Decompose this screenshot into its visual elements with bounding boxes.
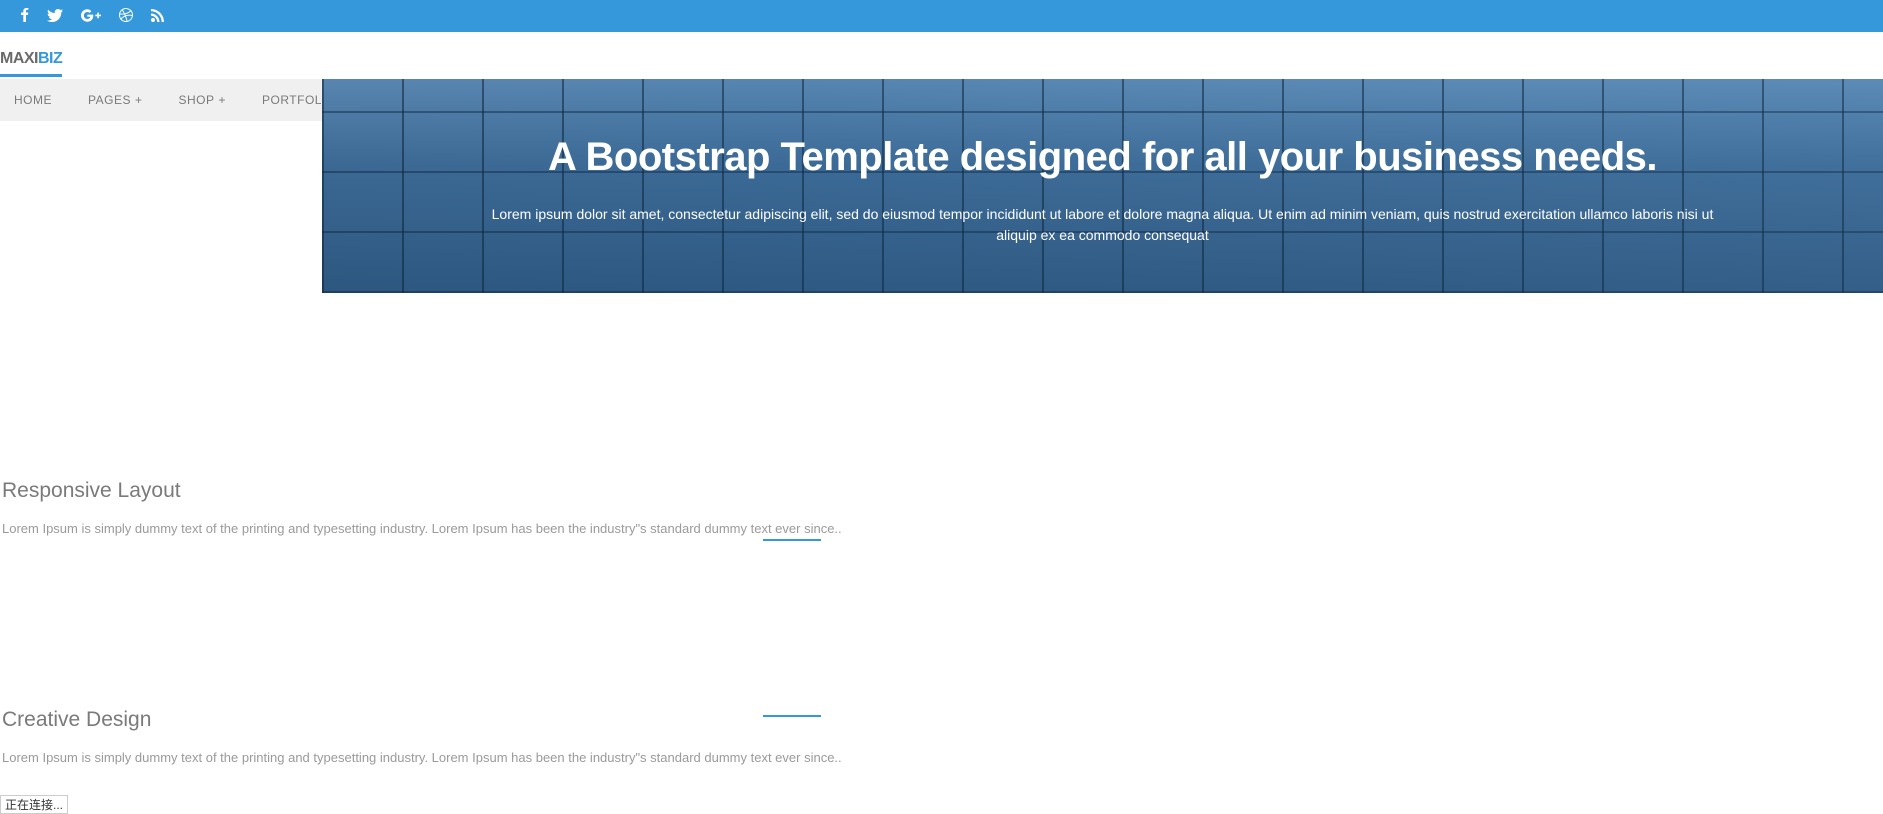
accent-line xyxy=(763,715,821,717)
topbar xyxy=(0,0,1883,32)
feature-title: Responsive Layout xyxy=(2,479,1883,503)
google-plus-icon[interactable] xyxy=(81,9,101,24)
logo-text-1: MAXI xyxy=(0,50,38,67)
hero-title: A Bootstrap Template designed for all yo… xyxy=(548,135,1657,180)
plus-icon: + xyxy=(219,93,227,107)
twitter-icon[interactable] xyxy=(47,9,63,24)
hero-subtitle: Lorem ipsum dolor sit amet, consectetur … xyxy=(478,204,1728,246)
browser-status: 正在连接... xyxy=(0,795,68,814)
feature-responsive: Responsive Layout Lorem Ipsum is simply … xyxy=(0,479,1883,536)
nav-label: HOME xyxy=(14,93,52,107)
site-logo[interactable]: MAXIBIZ xyxy=(0,50,62,77)
feature-title: Creative Design xyxy=(2,708,1883,732)
nav-shop[interactable]: SHOP + xyxy=(178,93,226,107)
rss-icon[interactable] xyxy=(151,9,164,24)
hero-banner: A Bootstrap Template designed for all yo… xyxy=(322,79,1883,293)
logo-row: MAXIBIZ xyxy=(0,32,1883,79)
facebook-icon[interactable] xyxy=(20,8,29,24)
logo-text-2: BIZ xyxy=(38,50,62,67)
main-wrap: HOME PAGES+ SHOP+ PORTFOLIO+ BLOG+ A Boo… xyxy=(0,79,1883,765)
plus-icon: + xyxy=(135,93,143,107)
nav-label: PAGES xyxy=(88,93,131,107)
feature-body: Lorem Ipsum is simply dummy text of the … xyxy=(2,521,1883,536)
feature-body: Lorem Ipsum is simply dummy text of the … xyxy=(2,750,1883,765)
nav-home[interactable]: HOME xyxy=(14,93,52,107)
nav-pages[interactable]: PAGES + xyxy=(88,93,142,107)
dribbble-icon[interactable] xyxy=(119,8,133,24)
accent-line xyxy=(763,539,821,541)
nav-label: SHOP xyxy=(178,93,214,107)
main-nav: HOME PAGES+ SHOP+ PORTFOLIO+ BLOG+ xyxy=(0,79,322,121)
feature-creative: Creative Design Lorem Ipsum is simply du… xyxy=(0,708,1883,765)
